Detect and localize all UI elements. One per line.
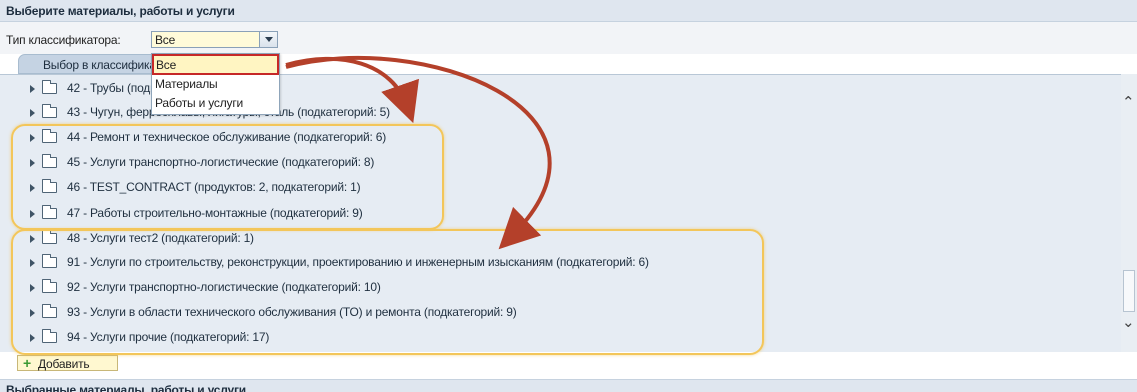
classifier-type-row: Тип классификатора: Все xyxy=(0,22,1137,54)
tree-item-label[interactable]: 44 - Ремонт и техническое обслуживание (… xyxy=(67,130,386,144)
folder-icon xyxy=(42,104,57,118)
page-title: Выберите материалы, работы и услуги xyxy=(6,4,235,18)
triangle-right-icon[interactable] xyxy=(30,334,35,342)
tree-item-label[interactable]: 91 - Услуги по строительству, реконструк… xyxy=(67,255,649,269)
triangle-right-icon[interactable] xyxy=(30,134,35,142)
triangle-right-icon[interactable] xyxy=(30,109,35,117)
tree-item[interactable]: 48 - Услуги тест2 (подкатегорий: 1) xyxy=(30,230,1110,248)
chevron-down-icon[interactable]: ⌄ xyxy=(1122,315,1135,330)
triangle-right-icon[interactable] xyxy=(30,85,35,93)
folder-icon xyxy=(42,205,57,219)
triangle-right-icon[interactable] xyxy=(30,235,35,243)
folder-icon xyxy=(42,230,57,244)
chevron-up-icon[interactable]: ⌃ xyxy=(1122,95,1135,110)
classifier-type-label: Тип классификатора: xyxy=(6,33,121,47)
triangle-right-icon[interactable] xyxy=(30,284,35,292)
page-header: Выберите материалы, работы и услуги xyxy=(0,0,1137,22)
tree-item-label[interactable]: 93 - Услуги в области технического обслу… xyxy=(67,305,517,319)
folder-icon xyxy=(42,129,57,143)
tree-item[interactable]: 44 - Ремонт и техническое обслуживание (… xyxy=(30,129,1110,147)
triangle-right-icon[interactable] xyxy=(30,259,35,267)
tree-item[interactable]: 47 - Работы строительно-монтажные (подка… xyxy=(30,205,1110,223)
folder-icon xyxy=(42,80,57,94)
folder-icon xyxy=(42,254,57,268)
dropdown-option-all[interactable]: Все xyxy=(152,54,279,75)
dropdown-option-materials[interactable]: Материалы xyxy=(153,76,278,93)
tree-item[interactable]: 93 - Услуги в области технического обслу… xyxy=(30,304,1110,322)
dropdown-option-works-services[interactable]: Работы и услуги xyxy=(153,95,278,112)
triangle-right-icon[interactable] xyxy=(30,210,35,218)
folder-icon xyxy=(42,179,57,193)
tree-item[interactable]: 45 - Услуги транспортно-логистические (п… xyxy=(30,154,1110,172)
classifier-type-select[interactable]: Все xyxy=(151,31,278,48)
plus-icon: + xyxy=(23,355,31,371)
classifier-type-dropdown: Все Материалы Работы и услуги xyxy=(151,53,280,115)
chevron-down-icon[interactable] xyxy=(259,32,277,47)
tree-item-label[interactable]: 48 - Услуги тест2 (подкатегорий: 1) xyxy=(67,231,254,245)
classifier-type-value: Все xyxy=(155,33,176,47)
selected-items-title: Выбранные материалы, работы и услуги xyxy=(6,383,246,392)
folder-icon xyxy=(42,329,57,343)
folder-icon xyxy=(42,304,57,318)
triangle-right-icon[interactable] xyxy=(30,309,35,317)
selected-items-header: Выбранные материалы, работы и услуги xyxy=(0,379,1137,392)
folder-icon xyxy=(42,154,57,168)
tree-item-label[interactable]: 92 - Услуги транспортно-логистические (п… xyxy=(67,280,381,294)
tree-item[interactable]: 92 - Услуги транспортно-логистические (п… xyxy=(30,279,1110,297)
add-button-label: Добавить xyxy=(38,357,90,371)
folder-icon xyxy=(42,279,57,293)
tree-item-label[interactable]: 94 - Услуги прочие (подкатегорий: 17) xyxy=(67,330,269,344)
classifier-tree: 42 - Трубы (подкатегорий: 4) 43 - Чугун,… xyxy=(0,74,1137,352)
triangle-right-icon[interactable] xyxy=(30,159,35,167)
add-button[interactable]: + Добавить xyxy=(17,355,118,371)
tree-item[interactable]: 46 - TEST_CONTRACT (продуктов: 2, подкат… xyxy=(30,179,1110,197)
tree-item-label[interactable]: 45 - Услуги транспортно-логистические (п… xyxy=(67,155,374,169)
tree-item[interactable]: 91 - Услуги по строительству, реконструк… xyxy=(30,254,1110,272)
add-bar: + Добавить xyxy=(0,352,1137,374)
triangle-right-icon[interactable] xyxy=(30,184,35,192)
scrollbar-thumb[interactable] xyxy=(1123,270,1135,312)
tree-item[interactable]: 94 - Услуги прочие (подкатегорий: 17) xyxy=(30,329,1110,347)
tree-item-label[interactable]: 47 - Работы строительно-монтажные (подка… xyxy=(67,206,363,220)
tree-item-label[interactable]: 46 - TEST_CONTRACT (продуктов: 2, подкат… xyxy=(67,180,361,194)
